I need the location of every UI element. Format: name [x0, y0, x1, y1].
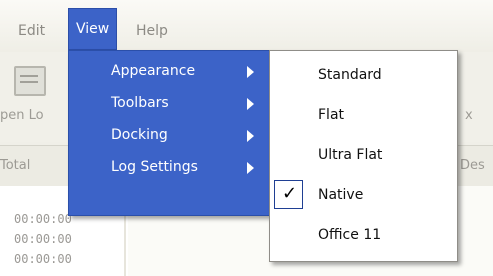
list-header-description: Des — [460, 158, 485, 173]
appearance-item-label: Standard — [318, 67, 382, 83]
view-menu-item-label: Toolbars — [111, 95, 169, 111]
toolbar-right-fragment: x — [465, 108, 473, 123]
menu-help[interactable]: Help — [136, 14, 168, 48]
appearance-item-label: Ultra Flat — [318, 147, 383, 163]
appearance-submenu: Standard Flat Ultra Flat ✓ Native Office… — [269, 50, 458, 262]
application-window: Edit View Help pen Lo x Total Des 00:00:… — [0, 0, 493, 276]
view-menu-item-toolbars[interactable]: Toolbars — [69, 87, 270, 119]
view-menu-item-docking[interactable]: Docking — [69, 119, 270, 151]
list-header-total: Total — [0, 158, 31, 173]
appearance-item-office-11[interactable]: Office 11 — [270, 217, 457, 253]
check-icon: ✓ — [282, 183, 298, 204]
time-cell: 00:00:00 — [14, 252, 72, 266]
menu-edit-label: Edit — [18, 23, 46, 39]
menu-edit[interactable]: Edit — [18, 14, 45, 48]
view-menu-item-appearance[interactable]: Appearance — [69, 55, 270, 87]
submenu-arrow-icon — [247, 130, 254, 142]
appearance-item-label: Flat — [318, 107, 345, 123]
appearance-item-standard[interactable]: Standard — [270, 57, 457, 93]
toolbar-open-log-label: pen Lo — [0, 108, 44, 123]
view-menu-item-label: Appearance — [111, 63, 196, 79]
menu-bar: Edit View Help — [0, 0, 493, 53]
view-menu-item-label: Docking — [111, 127, 168, 143]
checked-indicator: ✓ — [274, 180, 303, 209]
appearance-item-label: Native — [318, 187, 364, 203]
appearance-item-label: Office 11 — [318, 227, 382, 243]
submenu-arrow-icon — [247, 162, 254, 174]
menu-view[interactable]: View — [68, 8, 118, 50]
view-menu-item-log-settings[interactable]: Log Settings — [69, 151, 270, 183]
submenu-arrow-icon — [247, 98, 254, 110]
open-log-icon[interactable] — [14, 66, 46, 96]
appearance-item-flat[interactable]: Flat — [270, 97, 457, 133]
view-menu-item-label: Log Settings — [111, 159, 198, 175]
time-cell: 00:00:00 — [14, 212, 72, 226]
menu-help-label: Help — [136, 23, 168, 39]
appearance-item-native[interactable]: ✓ Native — [270, 177, 457, 213]
menu-view-label: View — [76, 21, 110, 37]
view-menu: Appearance Toolbars Docking Log Settings — [68, 50, 271, 216]
appearance-item-ultra-flat[interactable]: Ultra Flat — [270, 137, 457, 173]
time-cell: 00:00:00 — [14, 232, 72, 246]
submenu-arrow-icon — [247, 66, 254, 78]
